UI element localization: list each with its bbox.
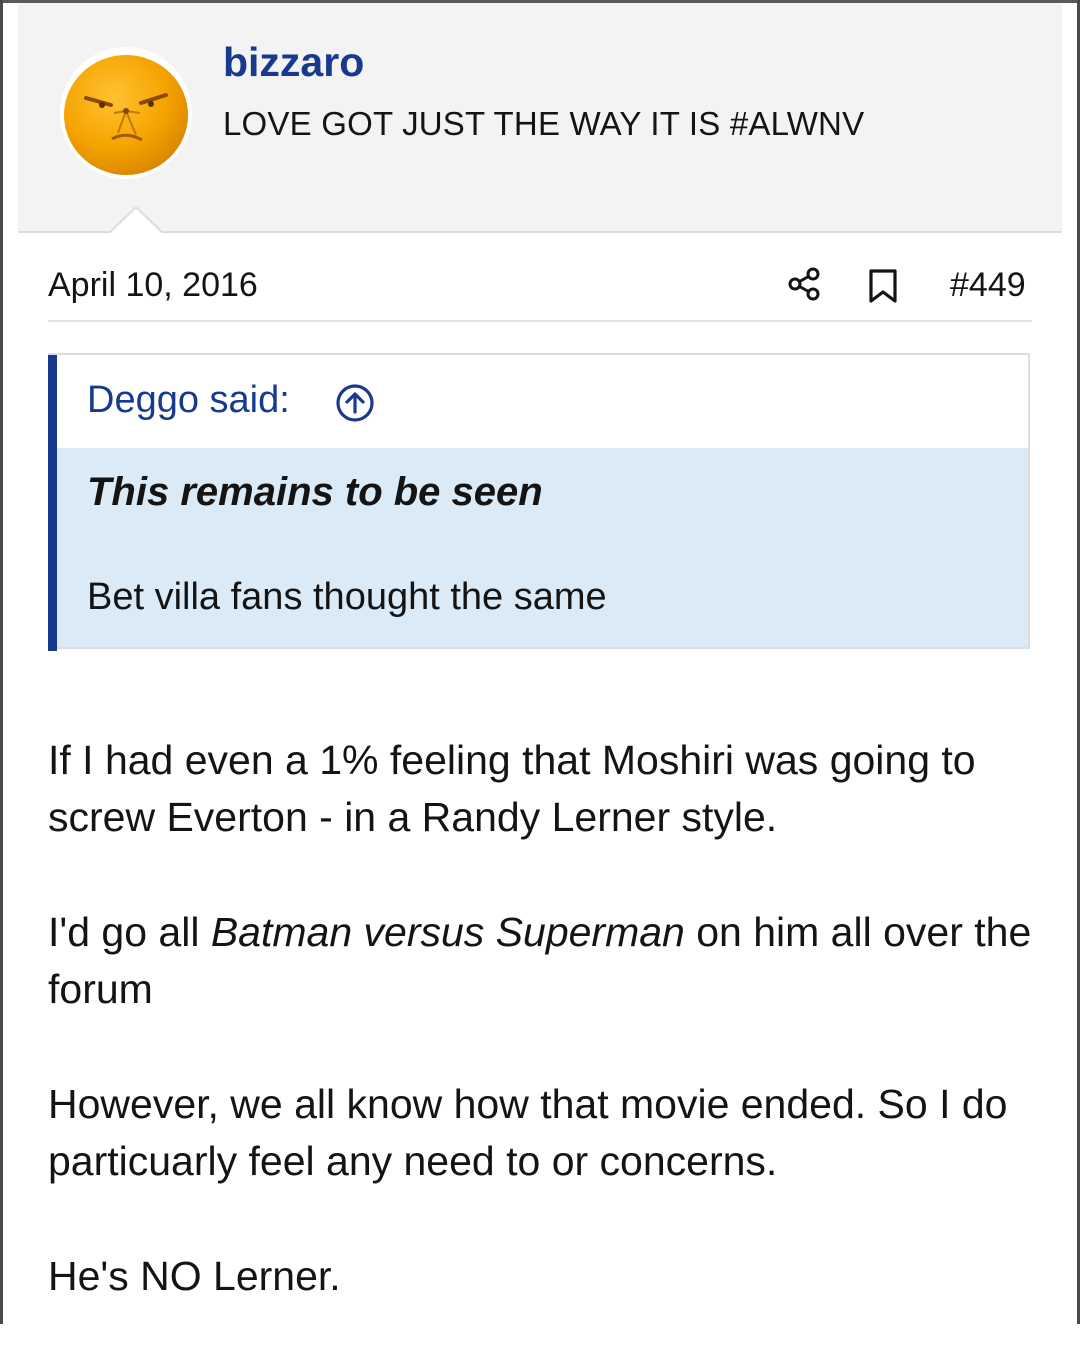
- post-paragraph: However, we all know how that movie ende…: [48, 1081, 1008, 1184]
- avatar[interactable]: [56, 43, 196, 183]
- user-header: bizzaro LOVE GOT JUST THE WAY IT IS #ALW…: [18, 3, 1062, 237]
- post-paragraph: I'd go all Batman versus Superman on him…: [48, 904, 1038, 1018]
- post-date[interactable]: April 10, 2016: [48, 266, 258, 305]
- arrow-up-circle-icon[interactable]: [335, 383, 375, 423]
- post-text: I'd go all: [48, 909, 211, 955]
- quote-emphasis-text: This remains to be seen: [87, 470, 543, 514]
- quote-header: Deggo said:: [57, 355, 1028, 448]
- user-title: LOVE GOT JUST THE WAY IT IS #ALWNV: [223, 105, 865, 142]
- quote-author-link[interactable]: Deggo said:: [87, 379, 290, 422]
- quote-accent-bar: [48, 355, 57, 651]
- post-paragraph: If I had even a 1% feeling that Moshiri …: [48, 737, 976, 840]
- post-body: If I had even a 1% feeling that Moshiri …: [48, 732, 1038, 1363]
- post-meta: April 10, 2016 #449: [48, 252, 1032, 322]
- post-number-link[interactable]: #449: [950, 266, 1026, 305]
- bookmark-icon[interactable]: [866, 268, 900, 304]
- quote-block: Deggo said: This remains to be seen Bet …: [48, 353, 1030, 651]
- post-italic-text: Batman versus Superman: [210, 909, 685, 955]
- quote-reply-text: Bet villa fans thought the same: [87, 576, 607, 618]
- orange-face-avatar-icon: [60, 47, 192, 179]
- screen-frame-left: [0, 0, 3, 1324]
- username[interactable]: bizzaro: [223, 39, 364, 86]
- share-icon[interactable]: [786, 266, 822, 302]
- quote-content: This remains to be seen Bet villa fans t…: [57, 448, 1028, 647]
- post-paragraph: He's NO Lerner.: [48, 1253, 341, 1299]
